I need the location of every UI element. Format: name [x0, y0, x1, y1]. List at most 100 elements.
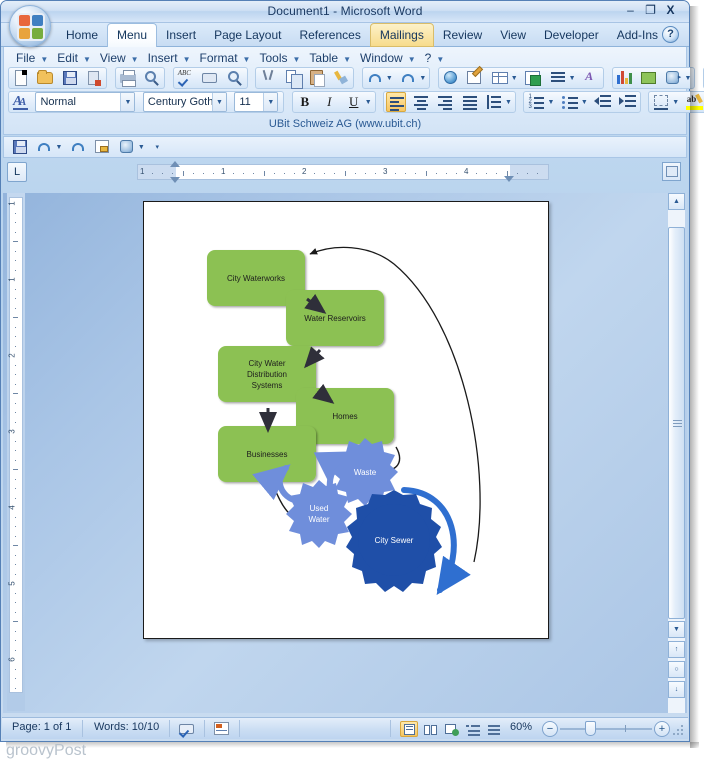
undo-icon[interactable] — [34, 137, 54, 157]
menu-item-insert[interactable]: Insert — [144, 50, 181, 66]
align-left-button[interactable] — [386, 92, 407, 112]
tables-and-borders-icon[interactable] — [465, 68, 485, 88]
word-options-dropdown-icon[interactable]: ▼ — [137, 137, 146, 157]
close-button[interactable]: X — [662, 3, 679, 18]
resize-grip-icon[interactable] — [673, 725, 685, 737]
font-size-dropdown-icon[interactable]: ▼ — [263, 93, 278, 111]
open-folder-icon[interactable] — [35, 68, 55, 88]
menu-item-file[interactable]: File — [12, 50, 38, 66]
insert-table-icon[interactable] — [490, 68, 510, 88]
ribbon-tab-references[interactable]: References — [290, 24, 369, 48]
vertical-ruler[interactable]: 1 1 2 3 4 5 6 — [7, 193, 25, 711]
menu-item-tools[interactable]: Tools — [255, 50, 290, 66]
scroll-down-button[interactable]: ▼ — [668, 621, 685, 638]
word-count-indicator[interactable]: Words: 10/10 — [94, 721, 159, 733]
menu-item-edit[interactable]: Edit — [53, 50, 81, 66]
columns-icon[interactable] — [548, 68, 568, 88]
word-options-icon[interactable] — [117, 137, 137, 157]
menu-item-table[interactable]: Table — [305, 50, 341, 66]
smartart-box-businesses[interactable]: Businesses — [218, 426, 316, 482]
office-button-icon[interactable] — [9, 5, 51, 47]
italic-button[interactable]: I — [319, 92, 339, 112]
font-combo[interactable]: Century Goth ▼ — [142, 92, 227, 112]
hyperlink-icon[interactable] — [441, 68, 461, 88]
format-painter-icon[interactable] — [331, 68, 351, 88]
undo-dropdown-icon[interactable]: ▼ — [385, 68, 394, 88]
insert-diagram-icon[interactable] — [639, 68, 659, 88]
align-right-button[interactable] — [435, 92, 455, 112]
underline-dropdown-icon[interactable]: ▼ — [364, 92, 373, 112]
line-spacing-icon[interactable] — [484, 92, 504, 112]
ribbon-tab-menu[interactable]: Menu — [107, 23, 158, 47]
tab-stop-selector-button[interactable]: L — [7, 162, 27, 182]
email-attachment-icon[interactable] — [84, 68, 104, 88]
horizontal-ruler[interactable]: 1 1 2 3 4 — [137, 161, 549, 183]
paste-icon[interactable] — [307, 68, 327, 88]
vertical-scrollbar[interactable]: ▲ ▼ ↑ ○ ↓ — [668, 193, 685, 713]
ruler-toggle-icon[interactable] — [662, 162, 681, 181]
scroll-up-button[interactable]: ▲ — [668, 193, 685, 210]
undo-dropdown-icon[interactable]: ▼ — [54, 137, 63, 157]
spelling-and-grammar-icon[interactable] — [177, 719, 197, 739]
find-icon[interactable] — [225, 68, 245, 88]
web-layout-view-button[interactable] — [442, 721, 460, 737]
undo-icon[interactable] — [365, 68, 385, 88]
first-line-indent-marker[interactable] — [170, 161, 180, 167]
save-icon[interactable] — [60, 68, 80, 88]
smartart-gear-waste[interactable]: Waste — [332, 465, 398, 479]
print-preview-icon[interactable] — [142, 68, 162, 88]
next-page-button[interactable]: ↓ — [668, 681, 685, 698]
borders-dropdown-icon[interactable]: ▼ — [671, 92, 680, 112]
maximize-button[interactable]: ❐ — [642, 3, 659, 18]
font-dropdown-icon[interactable]: ▼ — [211, 93, 226, 111]
document-page[interactable]: City Waterworks Water Reservoirs City Wa… — [143, 201, 549, 639]
menu-item-window[interactable]: Window — [356, 50, 406, 66]
line-spacing-dropdown-icon[interactable]: ▼ — [504, 92, 513, 112]
full-screen-reading-view-button[interactable] — [421, 721, 439, 737]
decrease-indent-icon[interactable] — [593, 92, 613, 112]
zoom-slider-track[interactable] — [560, 728, 652, 730]
page-indicator[interactable]: Page: 1 of 1 — [12, 721, 71, 733]
ribbon-tab-view[interactable]: View — [491, 24, 535, 48]
smartart-gear-city-sewer[interactable]: City Sewer — [350, 533, 438, 547]
select-browse-object-button[interactable]: ○ — [668, 661, 685, 678]
language-icon[interactable] — [212, 719, 232, 739]
borders-icon[interactable] — [651, 92, 671, 112]
wordart-icon[interactable] — [581, 68, 601, 88]
ribbon-tab-add-ins[interactable]: Add-Ins — [608, 24, 667, 48]
insert-excel-spreadsheet-icon[interactable] — [523, 68, 543, 88]
zoom-level-indicator[interactable]: 60% — [510, 721, 532, 733]
help-icon[interactable]: ? — [662, 26, 679, 43]
bulleted-list-dropdown-icon[interactable]: ▼ — [580, 92, 589, 112]
redo-dropdown-icon[interactable]: ▼ — [418, 68, 427, 88]
scrollbar-thumb[interactable] — [668, 227, 685, 619]
align-justify-button[interactable] — [460, 92, 480, 112]
smartart-box-water-reservoirs[interactable]: Water Reservoirs — [286, 290, 384, 346]
zoom-in-button[interactable]: + — [654, 721, 670, 737]
ribbon-tab-review[interactable]: Review — [434, 24, 491, 48]
numbered-list-icon[interactable]: 123 — [526, 92, 546, 112]
new-document-icon[interactable] — [11, 68, 31, 88]
ribbon-tab-mailings[interactable]: Mailings — [369, 23, 434, 47]
outline-view-button[interactable] — [463, 721, 481, 737]
align-center-button[interactable] — [411, 92, 431, 112]
style-combo[interactable]: Normal ▼ — [35, 92, 136, 112]
zoom-slider-thumb[interactable] — [585, 721, 596, 736]
bold-button[interactable]: B — [295, 92, 315, 112]
increase-indent-icon[interactable] — [618, 92, 638, 112]
smartart-gear-used-water[interactable]: Used Water — [286, 502, 352, 526]
hanging-indent-marker[interactable] — [170, 177, 180, 183]
ribbon-tab-home[interactable]: Home — [57, 24, 107, 48]
redo-icon[interactable] — [68, 137, 88, 157]
menu-item-format[interactable]: Format — [196, 50, 241, 66]
minimize-button[interactable]: – — [622, 3, 639, 18]
redo-icon[interactable] — [398, 68, 418, 88]
bulleted-list-icon[interactable] — [560, 92, 580, 112]
save-icon[interactable] — [10, 137, 30, 157]
menu-item-help[interactable]: ? — [421, 50, 435, 66]
ribbon-tab-insert[interactable]: Insert — [157, 24, 205, 48]
insert-table-dropdown-icon[interactable]: ▼ — [510, 68, 519, 88]
styles-and-formatting-icon[interactable]: AA — [11, 92, 31, 112]
print-layout-view-button[interactable] — [400, 721, 418, 737]
style-dropdown-icon[interactable]: ▼ — [120, 93, 135, 111]
